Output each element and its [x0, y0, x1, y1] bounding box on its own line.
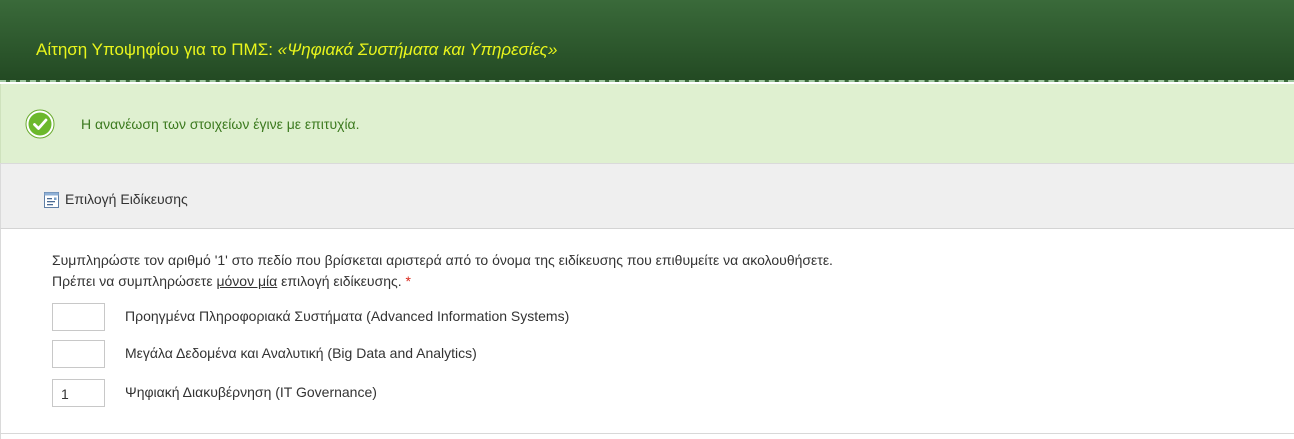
instructions-text: Πρέπει να συμπληρώσετε	[52, 273, 217, 289]
application-page: Αίτηση Υποψηφίου για το ΠΜΣ: «Ψηφιακά Συ…	[0, 0, 1294, 439]
option-input-it-governance[interactable]	[52, 379, 105, 407]
instructions-line-2: Πρέπει να συμπληρώσετε μόνον μία επιλογή…	[52, 273, 411, 289]
page-header: Αίτηση Υποψηφίου για το ΠΜΣ: «Ψηφιακά Συ…	[0, 0, 1294, 82]
option-advanced-information-systems: Προηγμένα Πληροφοριακά Συστήματα (Advanc…	[52, 303, 952, 333]
option-it-governance: Ψηφιακή Διακυβέρνηση (IT Governance)	[52, 379, 952, 409]
success-alert: Η ανανέωση των στοιχείων έγινε με επιτυχ…	[0, 84, 1294, 163]
document-list-icon	[44, 192, 59, 208]
specialization-section-header: Επιλογή Ειδίκευσης	[0, 163, 1294, 229]
page-title-prefix: Αίτηση Υποψηφίου για το ΠΜΣ:	[36, 40, 278, 59]
specialization-form: Συμπληρώστε τον αριθμό '1' στο πεδίο που…	[0, 229, 1294, 439]
success-message: Η ανανέωση των στοιχείων έγινε με επιτυχ…	[81, 116, 360, 132]
option-label: Προηγμένα Πληροφοριακά Συστήματα (Advanc…	[125, 308, 570, 324]
option-label: Ψηφιακή Διακυβέρνηση (IT Governance)	[125, 384, 377, 400]
option-label: Μεγάλα Δεδομένα και Αναλυτική (Big Data …	[125, 345, 477, 361]
section-title: Επιλογή Ειδίκευσης	[65, 191, 188, 207]
option-input-big-data-analytics[interactable]	[52, 340, 105, 368]
option-big-data-analytics: Μεγάλα Δεδομένα και Αναλυτική (Big Data …	[52, 340, 952, 370]
divider	[0, 433, 1294, 434]
required-marker: *	[405, 273, 411, 289]
instructions-emphasis: μόνον μία	[216, 273, 278, 289]
program-name: «Ψηφιακά Συστήματα και Υπηρεσίες»	[277, 40, 558, 59]
instructions-line-1: Συμπληρώστε τον αριθμό '1' στο πεδίο που…	[52, 252, 833, 268]
instructions-text-end: επιλογή ειδίκευσης.	[277, 273, 406, 289]
page-title: Αίτηση Υποψηφίου για το ΠΜΣ: «Ψηφιακά Συ…	[36, 40, 557, 60]
check-circle-icon	[25, 109, 55, 139]
option-input-advanced-information-systems[interactable]	[52, 303, 105, 331]
